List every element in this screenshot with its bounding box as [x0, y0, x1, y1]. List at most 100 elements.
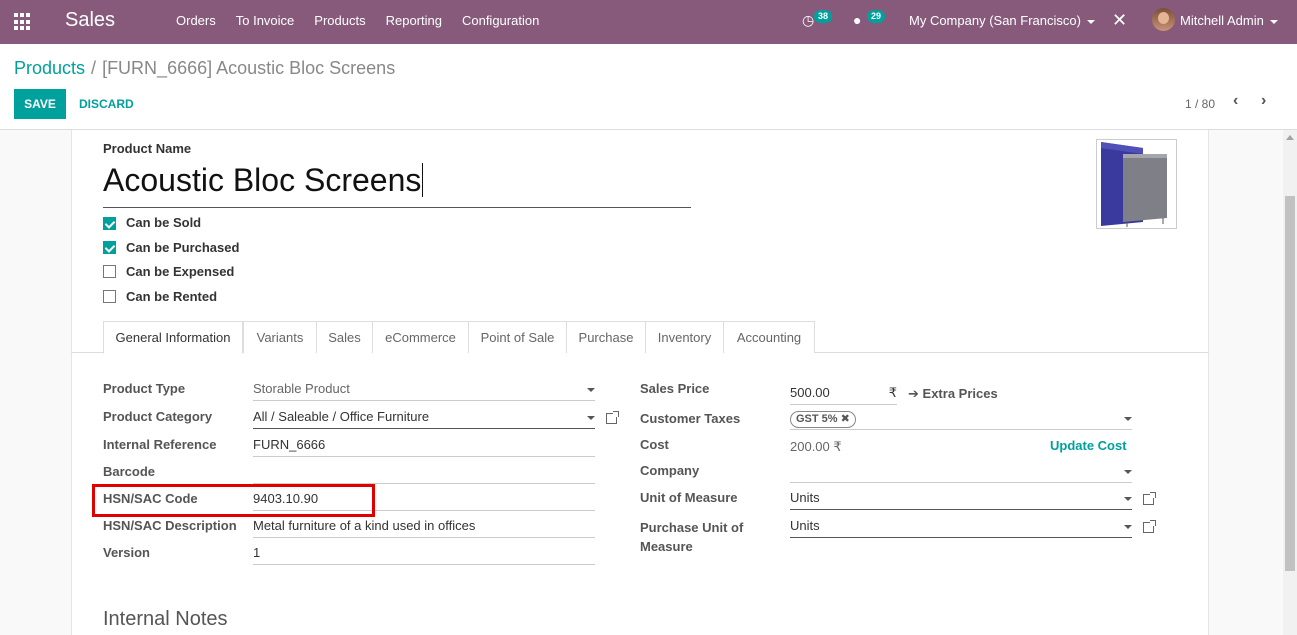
chevron-down-icon — [1086, 19, 1095, 24]
extra-prices-label: Extra Prices — [922, 386, 998, 401]
barcode-label: Barcode — [103, 464, 156, 479]
product-name-input[interactable]: Acoustic Bloc Screens — [103, 162, 691, 208]
discard-button[interactable]: DISCARD — [79, 89, 134, 119]
extra-prices-button[interactable]: ➔ Extra Prices — [908, 386, 998, 402]
menu-to-invoice[interactable]: To Invoice — [236, 13, 295, 28]
tab-accounting[interactable]: Accounting — [723, 321, 815, 353]
can-be-purchased-checkbox[interactable] — [103, 241, 116, 254]
chevron-down-icon — [1124, 470, 1132, 474]
version-label: Version — [103, 545, 150, 560]
internal-notes-title: Internal Notes — [103, 608, 228, 630]
can-be-expensed-checkbox[interactable] — [103, 265, 116, 278]
cost-label: Cost — [640, 437, 669, 452]
uom-select[interactable]: Units — [790, 488, 1132, 510]
can-be-purchased-label[interactable]: Can be Purchased — [126, 240, 239, 255]
product-category-value: All / Saleable / Office Furniture — [253, 409, 430, 424]
menu-reporting[interactable]: Reporting — [386, 13, 442, 28]
chevron-down-icon — [1124, 417, 1132, 421]
uom-value: Units — [790, 490, 820, 505]
breadcrumb-products[interactable]: Products — [14, 58, 85, 78]
chevron-right-icon[interactable]: › — [1261, 92, 1266, 110]
product-category-label: Product Category — [103, 409, 213, 424]
breadcrumb: Products / [FURN_6666] Acoustic Bloc Scree… — [14, 58, 395, 79]
message-badge: 29 — [867, 10, 886, 23]
update-cost-button[interactable]: Update Cost — [1050, 438, 1127, 453]
breadcrumb-current: [FURN_6666] Acoustic Bloc Screens — [102, 58, 396, 78]
menu-products[interactable]: Products — [314, 13, 365, 28]
tab-ecommerce[interactable]: eCommerce — [372, 321, 469, 353]
chevron-down-icon — [1269, 19, 1278, 24]
product-type-value: Storable Product — [253, 381, 350, 396]
acoustic-screen-image — [1101, 142, 1167, 227]
scrollbar-thumb[interactable] — [1285, 196, 1295, 571]
product-type-select[interactable]: Storable Product — [253, 379, 595, 401]
cost-value: 200.00 ₹ — [790, 439, 842, 454]
bug-icon[interactable]: ✕ — [1112, 10, 1127, 31]
internal-reference-input[interactable]: FURN_6666 — [253, 435, 595, 457]
company-switcher[interactable]: My Company (San Francisco) — [909, 13, 1095, 28]
activity-badge: 38 — [814, 10, 833, 23]
breadcrumb-separator: / — [91, 58, 97, 78]
product-name-value: Acoustic Bloc Screens — [103, 162, 422, 198]
purchase-uom-label-line1: Purchase Unit of — [640, 520, 744, 535]
purchase-uom-select[interactable]: Units — [790, 516, 1132, 538]
scroll-up-icon[interactable] — [1286, 135, 1294, 140]
tag-remove-icon[interactable]: ✖ — [841, 413, 850, 425]
chevron-left-icon[interactable]: ‹ — [1233, 92, 1238, 110]
chevron-down-icon — [1124, 497, 1132, 501]
tax-tag-label: GST 5% — [796, 413, 838, 425]
chat-icon[interactable]: ● — [853, 12, 861, 28]
company-name: My Company (San Francisco) — [909, 13, 1081, 28]
user-menu[interactable]: Mitchell Admin — [1180, 13, 1278, 28]
uom-label: Unit of Measure — [640, 490, 738, 505]
barcode-input[interactable] — [253, 462, 595, 484]
top-navbar: Sales Orders To Invoice Products Reporti… — [0, 0, 1297, 44]
tab-point-of-sale[interactable]: Point of Sale — [468, 321, 567, 353]
user-name: Mitchell Admin — [1180, 13, 1264, 28]
menu-configuration[interactable]: Configuration — [462, 13, 539, 28]
pager-value[interactable]: 1 / 80 — [1185, 97, 1215, 111]
customer-taxes-label: Customer Taxes — [640, 411, 741, 426]
external-link-icon[interactable] — [1143, 520, 1156, 533]
app-brand[interactable]: Sales — [65, 9, 115, 32]
chevron-down-icon — [1124, 525, 1132, 529]
external-link-icon[interactable] — [1143, 492, 1156, 505]
purchase-uom-value: Units — [790, 518, 820, 533]
chevron-down-icon — [587, 416, 595, 420]
product-category-select[interactable]: All / Saleable / Office Furniture — [253, 407, 595, 429]
purchase-uom-label: Purchase Unit of Measure — [640, 518, 743, 556]
control-panel: Products / [FURN_6666] Acoustic Bloc Scree… — [0, 44, 1297, 130]
notebook-tabs: General Information Variants Sales eComm… — [71, 321, 1209, 354]
menu-orders[interactable]: Orders — [176, 13, 216, 28]
hsn-description-label: HSN/SAC Description — [103, 518, 237, 533]
scrollbar[interactable] — [1283, 130, 1297, 635]
external-link-icon[interactable] — [606, 411, 619, 424]
internal-reference-label: Internal Reference — [103, 437, 217, 452]
tab-sales[interactable]: Sales — [316, 321, 373, 353]
can-be-rented-checkbox[interactable] — [103, 290, 116, 303]
product-type-label: Product Type — [103, 381, 186, 396]
customer-taxes-input[interactable]: GST 5% ✖ — [790, 408, 1132, 430]
can-be-sold-label[interactable]: Can be Sold — [126, 215, 201, 230]
company-label: Company — [640, 463, 700, 478]
highlight-box — [92, 484, 375, 517]
tab-inventory[interactable]: Inventory — [645, 321, 724, 353]
text-cursor — [422, 163, 424, 197]
company-select[interactable] — [790, 461, 1132, 483]
product-image[interactable] — [1096, 139, 1177, 229]
tab-general-information[interactable]: General Information — [103, 321, 243, 354]
tab-purchase[interactable]: Purchase — [566, 321, 646, 353]
version-input[interactable]: 1 — [253, 543, 595, 565]
can-be-sold-checkbox[interactable] — [103, 217, 116, 230]
save-button[interactable]: SAVE — [14, 89, 66, 119]
hsn-description-input[interactable]: Metal furniture of a kind used in office… — [253, 516, 595, 538]
can-be-expensed-label[interactable]: Can be Expensed — [126, 264, 234, 279]
avatar[interactable] — [1152, 8, 1175, 31]
clock-icon[interactable]: ◷ — [802, 12, 814, 29]
sales-price-label: Sales Price — [640, 381, 710, 396]
sales-price-input[interactable]: 500.00 ₹ — [790, 383, 897, 405]
sales-price-value: 500.00 — [790, 385, 830, 400]
can-be-rented-label[interactable]: Can be Rented — [126, 289, 217, 304]
tab-variants[interactable]: Variants — [243, 321, 317, 353]
apps-menu-icon[interactable] — [14, 13, 32, 31]
